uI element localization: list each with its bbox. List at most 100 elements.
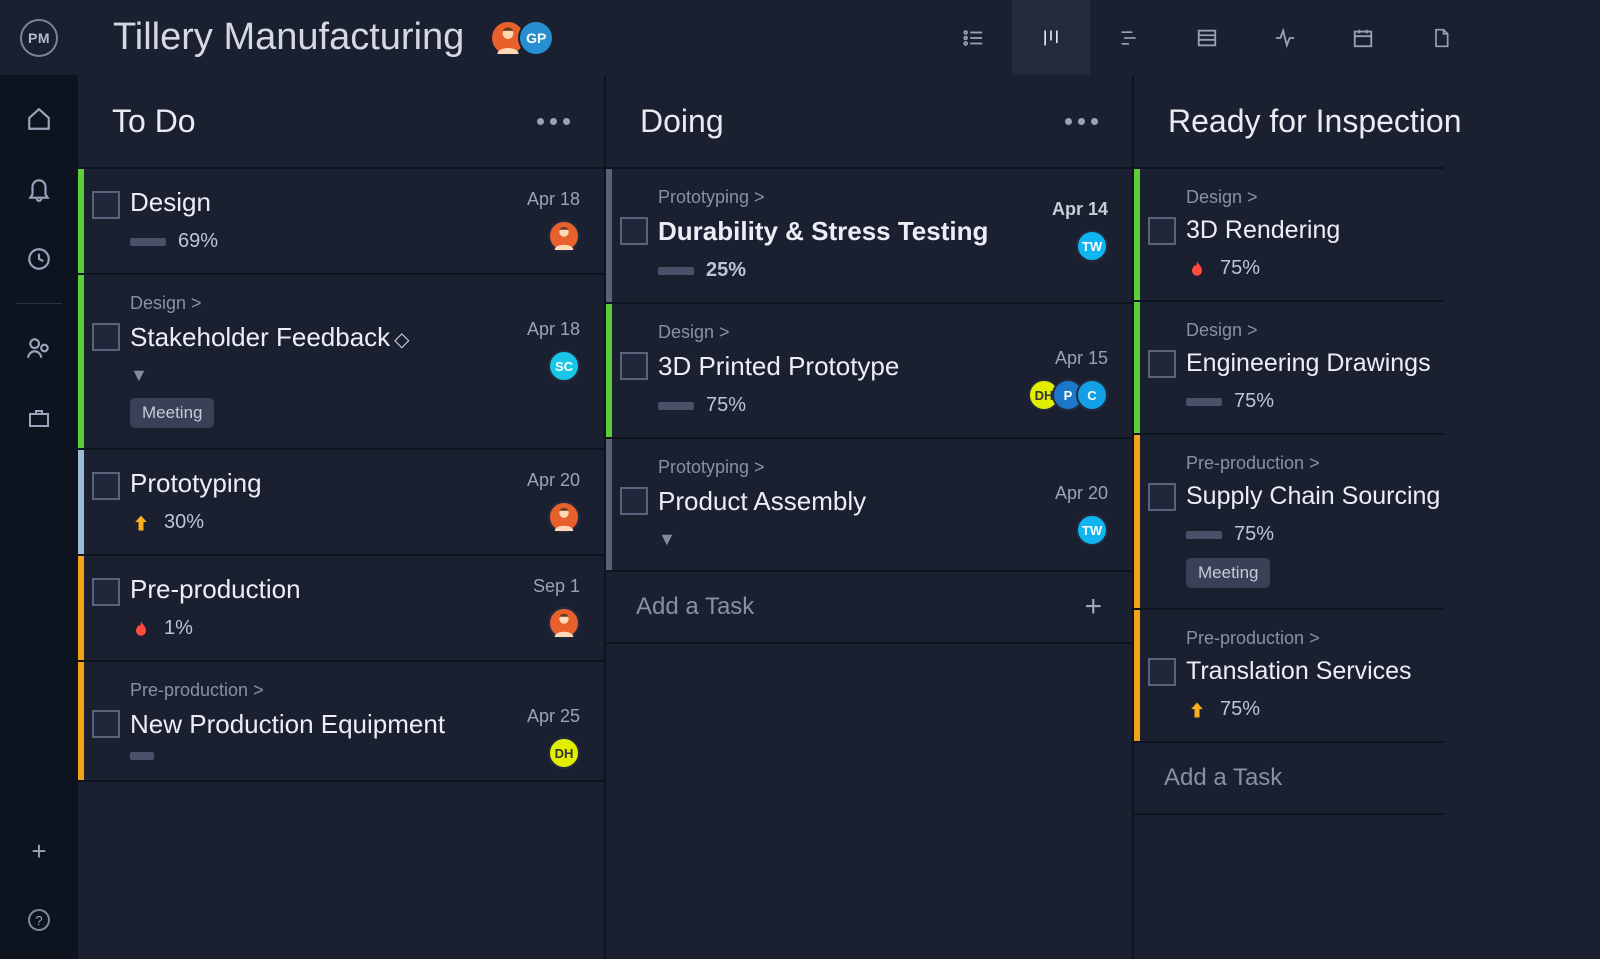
column-title: Doing <box>640 103 724 140</box>
app-logo[interactable]: PM <box>20 19 58 57</box>
task-date: Apr 15 <box>1055 348 1108 369</box>
view-calendar-icon[interactable] <box>1324 0 1402 75</box>
avatar-dh[interactable]: DH <box>548 737 580 769</box>
task-checkbox[interactable] <box>1148 350 1176 378</box>
add-task-button[interactable]: Add a Task + <box>606 572 1132 644</box>
task-breadcrumb: Pre-production > <box>1186 628 1416 649</box>
task-title: Pre-production <box>130 574 576 605</box>
task-card[interactable]: Pre-production > Supply Chain Sourcing 7… <box>1134 435 1444 610</box>
task-title: Stakeholder Feedback◇ <box>130 322 576 353</box>
task-card[interactable]: Design > Stakeholder Feedback◇ ▼ Meeting… <box>78 275 604 450</box>
task-tag[interactable]: Meeting <box>1186 558 1270 588</box>
task-checkbox[interactable] <box>92 472 120 500</box>
progress-bar <box>130 238 166 246</box>
column-title: To Do <box>112 103 196 140</box>
progress-percent: 1% <box>164 617 193 640</box>
priority-flame-icon <box>130 618 152 640</box>
add-task-label: Add a Task <box>1164 764 1282 792</box>
task-title: 3D Rendering <box>1186 216 1416 245</box>
task-breadcrumb: Design > <box>1186 187 1416 208</box>
view-list-icon[interactable] <box>934 0 1012 75</box>
task-card[interactable]: Pre-production > Translation Services 75… <box>1134 610 1444 743</box>
view-activity-icon[interactable] <box>1246 0 1324 75</box>
task-card[interactable]: Design 69% Apr 18 <box>78 169 604 275</box>
task-checkbox[interactable] <box>92 323 120 351</box>
view-board-icon[interactable] <box>1012 0 1090 75</box>
task-breadcrumb: Design > <box>130 293 576 314</box>
task-card[interactable]: Prototyping > Product Assembly ▼ Apr 20 … <box>606 439 1132 572</box>
add-task-button[interactable]: Add a Task <box>1134 743 1444 815</box>
task-checkbox[interactable] <box>92 191 120 219</box>
task-checkbox[interactable] <box>92 578 120 606</box>
avatar-sc[interactable]: SC <box>548 350 580 382</box>
progress-percent: 75% <box>1234 390 1274 413</box>
task-date: Apr 20 <box>527 470 580 491</box>
task-checkbox[interactable] <box>620 217 648 245</box>
avatar-person-icon[interactable] <box>548 607 580 639</box>
chevron-down-icon[interactable]: ▼ <box>658 529 1104 550</box>
task-title: New Production Equipment <box>130 709 576 740</box>
project-members[interactable]: GP <box>490 20 554 56</box>
home-icon[interactable] <box>25 105 53 133</box>
column-menu-icon[interactable] <box>537 118 570 125</box>
avatar-person-icon[interactable] <box>548 220 580 252</box>
priority-up-icon <box>1186 699 1208 721</box>
progress-percent: 25% <box>706 259 746 282</box>
progress-bar <box>1186 531 1222 539</box>
view-sheet-icon[interactable] <box>1168 0 1246 75</box>
progress-percent: 75% <box>1220 257 1260 280</box>
task-card[interactable]: Prototyping > Durability & Stress Testin… <box>606 169 1132 304</box>
task-title: Translation Services <box>1186 657 1416 686</box>
column-title: Ready for Inspection <box>1168 103 1462 140</box>
portfolio-icon[interactable] <box>25 404 53 432</box>
task-checkbox[interactable] <box>92 710 120 738</box>
task-checkbox[interactable] <box>620 487 648 515</box>
task-card[interactable]: Pre-production > New Production Equipmen… <box>78 662 604 782</box>
kanban-board: To Do Design 69% Apr 18 Desi <box>78 75 1600 959</box>
avatar-gp[interactable]: GP <box>518 20 554 56</box>
column-doing: Doing Prototyping > Durability & Stress … <box>606 75 1134 959</box>
chevron-down-icon[interactable]: ▼ <box>130 365 576 386</box>
add-project-icon[interactable]: + <box>31 836 46 867</box>
task-breadcrumb: Design > <box>1186 320 1416 341</box>
sidebar-rail: + ? <box>0 75 78 959</box>
task-checkbox[interactable] <box>1148 658 1176 686</box>
task-breadcrumb: Pre-production > <box>1186 453 1416 474</box>
task-title: Durability & Stress Testing <box>658 216 1104 247</box>
task-card[interactable]: Design > 3D Printed Prototype 75% Apr 15… <box>606 304 1132 439</box>
task-checkbox[interactable] <box>1148 483 1176 511</box>
notifications-icon[interactable] <box>25 175 53 203</box>
progress-percent: 75% <box>706 394 746 417</box>
task-card[interactable]: Pre-production 1% Sep 1 <box>78 556 604 662</box>
task-card[interactable]: Design > 3D Rendering 75% <box>1134 169 1444 302</box>
task-title: Product Assembly <box>658 486 1104 517</box>
diamond-icon: ◇ <box>394 329 409 351</box>
avatar-person-icon[interactable] <box>548 501 580 533</box>
task-date: Apr 18 <box>527 189 580 210</box>
task-date: Apr 14 <box>1052 199 1108 220</box>
progress-bar <box>130 752 154 760</box>
avatar-c[interactable]: C <box>1076 379 1108 411</box>
task-checkbox[interactable] <box>620 352 648 380</box>
task-title: Design <box>130 187 576 218</box>
view-files-icon[interactable] <box>1402 0 1480 75</box>
recent-icon[interactable] <box>25 245 53 273</box>
task-checkbox[interactable] <box>1148 217 1176 245</box>
column-menu-icon[interactable] <box>1065 118 1098 125</box>
task-card[interactable]: Design > Engineering Drawings 75% <box>1134 302 1444 435</box>
task-card[interactable]: Prototyping 30% Apr 20 <box>78 450 604 556</box>
task-breadcrumb: Prototyping > <box>658 457 1104 478</box>
team-icon[interactable] <box>25 334 53 362</box>
progress-percent: 30% <box>164 511 204 534</box>
project-title: Tillery Manufacturing <box>113 16 464 59</box>
task-tag[interactable]: Meeting <box>130 398 214 428</box>
avatar-tw[interactable]: TW <box>1076 514 1108 546</box>
help-icon[interactable]: ? <box>28 909 50 931</box>
task-title: Prototyping <box>130 468 576 499</box>
progress-bar <box>658 402 694 410</box>
progress-bar <box>1186 398 1222 406</box>
task-breadcrumb: Prototyping > <box>658 187 1104 208</box>
view-gantt-icon[interactable] <box>1090 0 1168 75</box>
progress-percent: 75% <box>1220 698 1260 721</box>
avatar-tw[interactable]: TW <box>1076 230 1108 262</box>
